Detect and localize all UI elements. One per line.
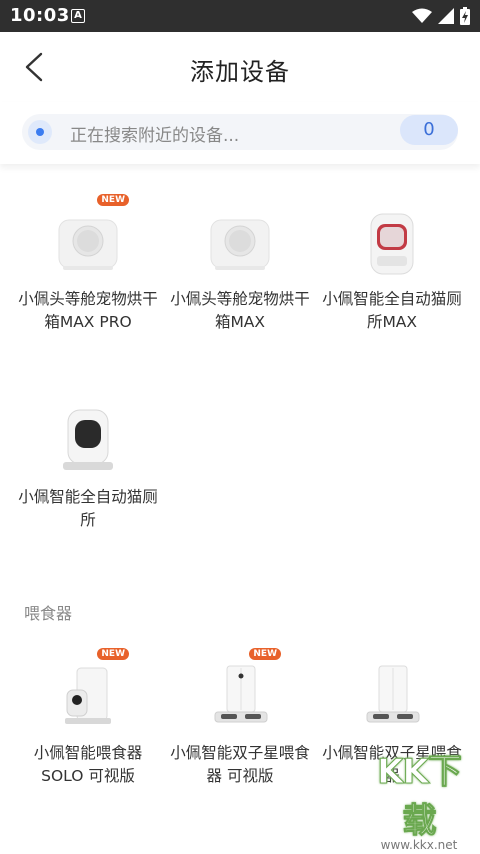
watermark-logo: KK下载 [377,752,463,842]
search-status-bar: 正在搜索附近的设备... 0 [0,102,480,164]
device-label: 小佩头等舱宠物烘干箱MAX PRO [18,290,158,331]
watermark-url: www.kkx.net [380,838,458,852]
device-label: 小佩智能双子星喂食器 可视版 [170,744,310,785]
wifi-icon [412,8,432,28]
twin-feeder-icon [357,662,427,732]
signal-icon [438,8,454,28]
search-status-text: 正在搜索附近的设备... [70,126,240,146]
litter-box-max-icon [357,208,427,278]
feeder-camera-icon: NEW [53,648,129,732]
device-label: 小佩智能全自动猫厕所MAX [322,290,462,331]
device-item-twin-feeder-camera[interactable]: NEW 小佩智能双子星喂食器 可视版 [165,648,315,788]
search-status-pill: 正在搜索附近的设备... 0 [22,114,458,150]
nav-bar: 添加设备 [0,32,480,102]
litter-box-icon [53,406,123,476]
pet-dryer-icon: NEW [53,194,129,278]
pet-dryer-icon [205,208,275,278]
device-label: 小佩智能全自动猫厕所 [18,488,158,529]
notification-a-icon: A [71,9,85,23]
page-title: 添加设备 [190,58,290,86]
device-item-feeder-solo-camera[interactable]: NEW 小佩智能喂食器 SOLO 可视版 [13,648,163,788]
found-count-badge[interactable]: 0 [400,115,458,145]
device-item-dryer-max[interactable]: 小佩头等舱宠物烘干箱MAX [165,208,315,334]
new-badge: NEW [97,194,129,206]
battery-icon [460,7,470,29]
system-icons [412,7,470,29]
section-title-feeders: 喂食器 [24,604,73,623]
watermark: KK下载 www.kkx.net [364,744,474,853]
status-bar: 10:03 A [0,0,480,32]
device-item-litter-max[interactable]: 小佩智能全自动猫厕所MAX [317,208,467,334]
device-label: 小佩头等舱宠物烘干箱MAX [170,290,310,331]
device-item-dryer-max-pro[interactable]: NEW 小佩头等舱宠物烘干箱MAX PRO [13,194,163,334]
searching-indicator-icon [28,120,52,144]
device-item-litter[interactable]: 小佩智能全自动猫厕所 [13,406,163,532]
new-badge: NEW [249,648,281,660]
status-time: 10:03 [10,5,70,26]
twin-feeder-camera-icon: NEW [205,648,281,732]
device-label: 小佩智能喂食器 SOLO 可视版 [33,744,143,785]
new-badge: NEW [97,648,129,660]
device-list[interactable]: NEW 小佩头等舱宠物烘干箱MAX PRO 小佩头等舱宠物烘干箱MAX 小佩智能… [0,150,480,854]
